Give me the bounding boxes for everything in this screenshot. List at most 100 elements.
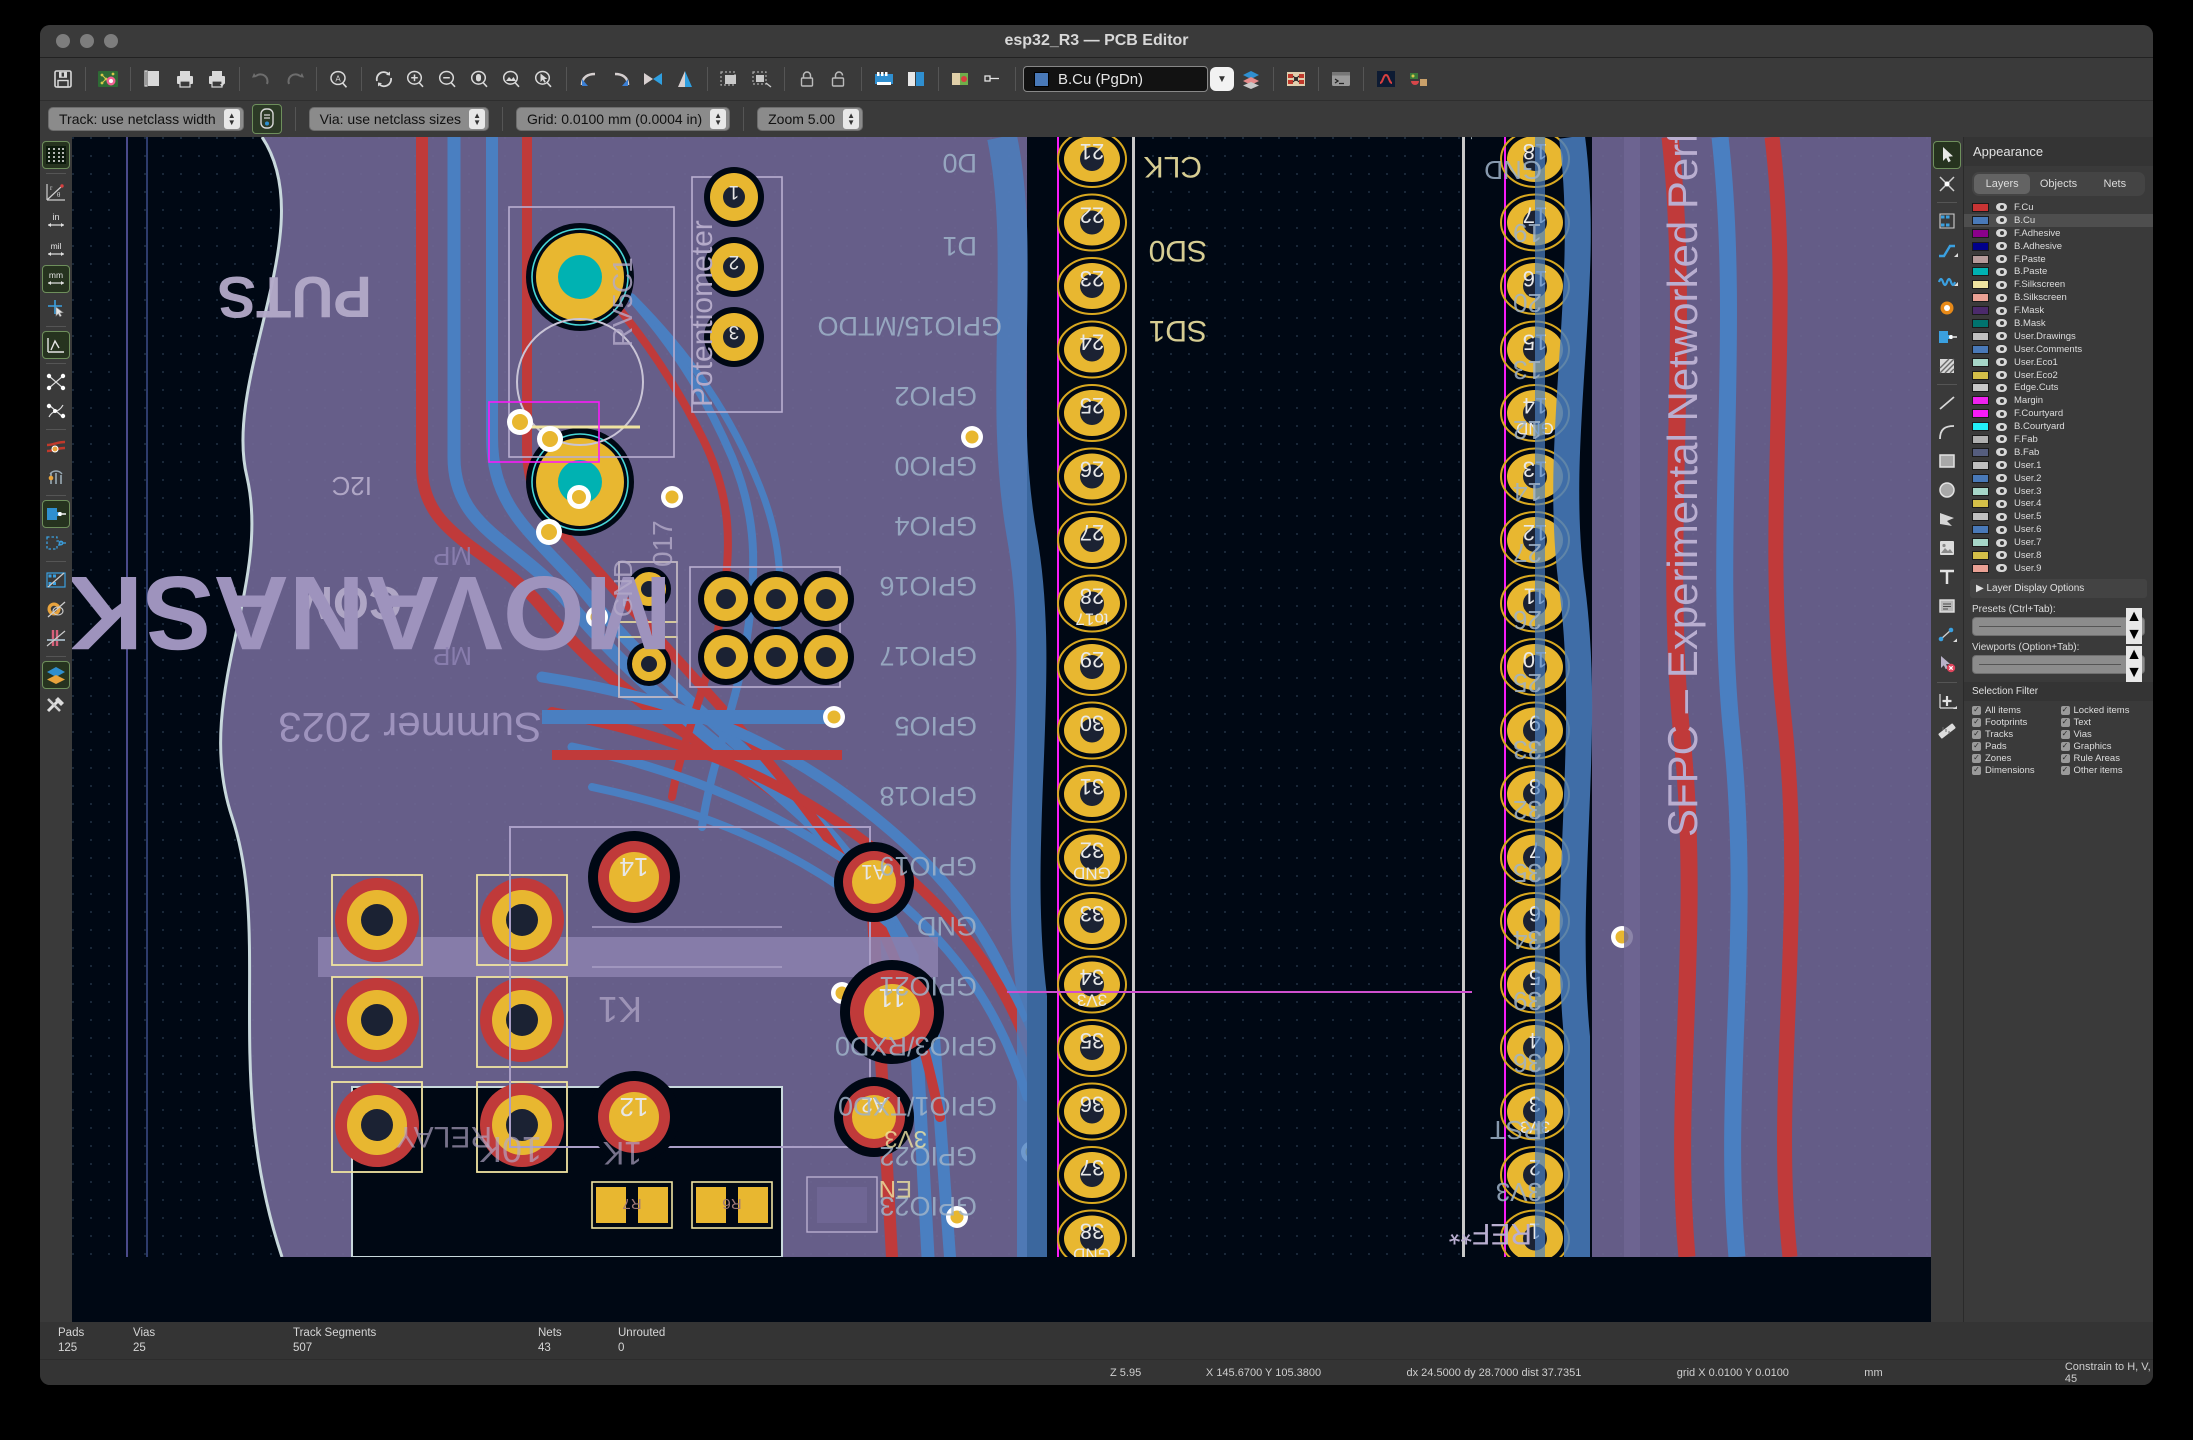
units-mm-icon[interactable]: mm	[42, 265, 70, 293]
draw-line-icon[interactable]	[1933, 389, 1961, 417]
print-icon[interactable]	[170, 64, 200, 94]
tab-nets[interactable]: Nets	[2087, 174, 2143, 194]
checkbox-icon[interactable]: ✓	[1972, 729, 1981, 739]
layer-row-user-5[interactable]: User.5	[1964, 510, 2153, 523]
layer-row-user-comments[interactable]: User.Comments	[1964, 343, 2153, 356]
layer-row-user-9[interactable]: User.9	[1964, 562, 2153, 575]
window-controls[interactable]	[56, 34, 118, 48]
layer-color-swatch[interactable]	[1972, 215, 1989, 225]
active-layer-selector[interactable]: B.Cu (PgDn)	[1023, 66, 1208, 92]
ratsnest-icon[interactable]	[1281, 64, 1311, 94]
measure-tool-icon[interactable]	[1933, 716, 1961, 744]
layer-row-user-7[interactable]: User.7	[1964, 536, 2153, 549]
checkbox-icon[interactable]: ✓	[2060, 705, 2070, 715]
layer-row-b-paste[interactable]: B.Paste	[1964, 265, 2153, 278]
layer-row-f-courtyard[interactable]: F.Courtyard	[1964, 407, 2153, 420]
stepper-icon[interactable]: ▲ ▼	[710, 109, 727, 129]
pcb-canvas[interactable]: 1 2 3 14 12 11 A1 A2 R7 R6 21 22 23 24 2…	[72, 137, 1931, 1322]
eye-icon[interactable]	[1996, 409, 2007, 418]
mirror-h-icon[interactable]	[638, 64, 668, 94]
eye-icon[interactable]	[1996, 383, 2007, 392]
preferences-icon[interactable]	[42, 690, 70, 718]
track-posture-icon[interactable]	[42, 463, 70, 491]
zoom-selection-icon[interactable]	[529, 64, 559, 94]
zoom-objects-icon[interactable]	[497, 64, 527, 94]
board-setup-icon[interactable]	[93, 64, 123, 94]
checkbox-icon[interactable]: ✓	[1972, 741, 1981, 751]
layers-contrast-icon[interactable]	[42, 661, 70, 689]
eye-icon[interactable]	[1996, 538, 2007, 547]
route-differential-icon[interactable]	[1933, 265, 1961, 293]
zoom-in-icon[interactable]	[401, 64, 431, 94]
eye-icon[interactable]	[1996, 551, 2007, 560]
layer-color-swatch[interactable]	[1972, 357, 1989, 367]
layer-color-swatch[interactable]	[1972, 486, 1989, 496]
layer-row-user-6[interactable]: User.6	[1964, 523, 2153, 536]
select-tool-icon[interactable]	[1933, 141, 1961, 169]
set-origin-icon[interactable]	[1933, 687, 1961, 715]
eye-icon[interactable]	[1996, 435, 2007, 444]
eye-icon[interactable]	[1996, 255, 2007, 263]
layer-color-swatch[interactable]	[1972, 447, 1989, 457]
add-image-icon[interactable]	[1933, 534, 1961, 562]
layer-row-user-1[interactable]: User.1	[1964, 459, 2153, 472]
layer-row-f-fab[interactable]: F.Fab	[1964, 433, 2153, 446]
eye-icon[interactable]	[1996, 474, 2007, 483]
filter-checkbox-all-items[interactable]: ✓ All items	[1972, 705, 2057, 716]
footprint-sketch-icon[interactable]	[42, 566, 70, 594]
layer-color-swatch[interactable]	[1972, 370, 1989, 380]
page-settings-icon[interactable]	[138, 64, 168, 94]
eye-icon[interactable]	[1996, 358, 2007, 367]
layer-row-f-mask[interactable]: F.Mask	[1964, 304, 2153, 317]
eye-icon[interactable]	[1996, 448, 2007, 457]
presets-select[interactable]: ▲ ▼	[1972, 608, 2145, 645]
layer-color-swatch[interactable]	[1972, 473, 1989, 483]
layer-row-user-4[interactable]: User.4	[1964, 497, 2153, 510]
eye-icon[interactable]	[1996, 216, 2007, 225]
layer-color-swatch[interactable]	[1972, 422, 1989, 432]
close-button[interactable]	[56, 34, 70, 48]
layer-row-b-silkscreen[interactable]: B.Silkscreen	[1964, 291, 2153, 304]
layer-color-swatch[interactable]	[1972, 434, 1989, 444]
layer-color-swatch[interactable]	[1972, 525, 1989, 535]
layer-color-swatch[interactable]	[1972, 550, 1989, 560]
eye-icon[interactable]	[1996, 306, 2007, 315]
mirror-v-icon[interactable]	[670, 64, 700, 94]
layer-row-f-adhesive[interactable]: F.Adhesive	[1964, 227, 2153, 240]
checkbox-icon[interactable]: ✓	[2060, 741, 2070, 751]
track-sketch-icon[interactable]	[42, 624, 70, 652]
layer-display-options-toggle[interactable]: ▶ Layer Display Options	[1970, 578, 2147, 598]
footprint-lock-icon[interactable]	[792, 64, 822, 94]
eye-icon[interactable]	[1996, 499, 2007, 508]
layer-row-f-cu[interactable]: F.Cu	[1964, 201, 2153, 214]
layer-row-user-eco2[interactable]: User.Eco2	[1964, 369, 2153, 382]
stepper-icon[interactable]: ▲ ▼	[223, 109, 240, 129]
layer-row-user-drawings[interactable]: User.Drawings	[1964, 330, 2153, 343]
stepper-icon[interactable]: ▲ ▼	[2126, 608, 2142, 645]
eye-icon[interactable]	[1996, 461, 2007, 470]
polar-coordinates-icon[interactable]: rθ	[42, 178, 70, 206]
checkbox-icon[interactable]: ✓	[1972, 717, 1981, 727]
maximize-button[interactable]	[104, 34, 118, 48]
eye-icon[interactable]	[1996, 319, 2007, 328]
group-icon[interactable]	[715, 64, 745, 94]
zoom-select[interactable]: Zoom 5.00 ▲ ▼	[757, 107, 864, 131]
filter-checkbox-rule-areas[interactable]: ✓ Rule Areas	[2060, 753, 2146, 764]
layer-row-b-courtyard[interactable]: B.Courtyard	[1964, 420, 2153, 433]
filter-checkbox-zones[interactable]: ✓ Zones	[1972, 753, 2057, 764]
selection-filter-list[interactable]: ✓ All items ✓ Locked items ✓ Footprints ✓ Text ✓…	[1964, 701, 2153, 780]
rotate-cw-icon[interactable]	[606, 64, 636, 94]
filter-checkbox-footprints[interactable]: ✓ Footprints	[1972, 717, 2057, 728]
filter-checkbox-other-items[interactable]: ✓ Other items	[2060, 765, 2146, 776]
checkbox-icon[interactable]: ✓	[1972, 753, 1981, 763]
zone-filled-icon[interactable]	[42, 500, 70, 528]
layer-color-swatch[interactable]	[1972, 280, 1989, 290]
footprint-library-icon[interactable]	[946, 64, 976, 94]
layer-color-swatch[interactable]	[1972, 254, 1989, 264]
viewports-select[interactable]: ▲ ▼	[1972, 646, 2145, 683]
eye-icon[interactable]	[1996, 525, 2007, 534]
layer-color-swatch[interactable]	[1972, 331, 1989, 341]
checkbox-icon[interactable]: ✓	[1972, 705, 1981, 715]
layer-row-b-mask[interactable]: B.Mask	[1964, 317, 2153, 330]
checkbox-icon[interactable]: ✓	[1972, 765, 1981, 775]
